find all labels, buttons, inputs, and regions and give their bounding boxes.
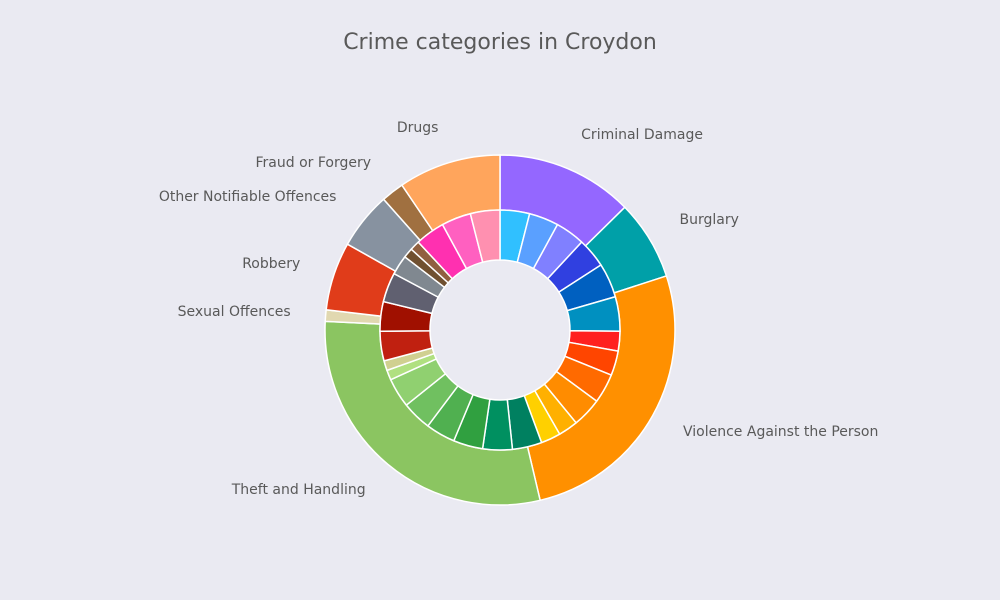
chart-svg — [0, 0, 1000, 600]
chart-label: Sexual Offences — [178, 304, 291, 320]
chart-label: Burglary — [680, 212, 739, 228]
chart-label: Fraud or Forgery — [255, 155, 371, 171]
donut-chart: Crime categories in Croydon Criminal Dam… — [0, 0, 1000, 600]
chart-label: Drugs — [397, 120, 439, 136]
chart-title: Crime categories in Croydon — [0, 30, 1000, 55]
chart-label: Violence Against the Person — [683, 424, 878, 440]
chart-label: Robbery — [242, 256, 300, 272]
chart-label: Theft and Handling — [232, 482, 366, 498]
chart-label: Criminal Damage — [581, 127, 703, 143]
chart-label: Other Notifiable Offences — [159, 189, 337, 205]
